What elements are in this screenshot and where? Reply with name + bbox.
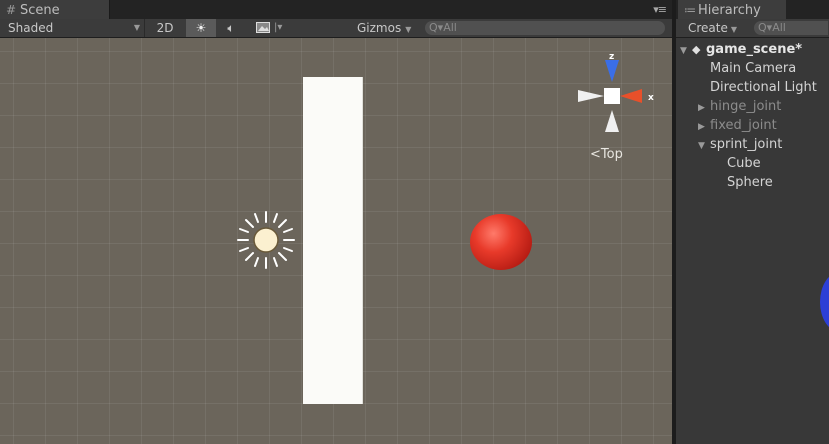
gizmo-x-axis: [620, 89, 642, 103]
scene-search-placeholder: All: [443, 21, 457, 34]
scene-search-input[interactable]: Q▾All: [425, 21, 665, 35]
tab-hierarchy[interactable]: ≔ Hierarchy: [678, 0, 786, 19]
hierarchy-item-main-camera[interactable]: Main Camera: [710, 59, 796, 78]
hierarchy-item-cube[interactable]: Cube: [727, 154, 761, 173]
gizmos-label: Gizmos: [357, 21, 402, 35]
image-icon: [256, 22, 270, 33]
tab-scene-label: Scene: [20, 3, 60, 18]
chevron-down-icon: ▼: [133, 23, 140, 32]
hierarchy-item-label: Cube: [727, 156, 761, 171]
hierarchy-item-label: fixed_joint: [710, 118, 777, 133]
hierarchy-panel: ≔ Hierarchy Create ▼ Q▾All ▼ ◆ game_scene* M…: [676, 0, 829, 444]
toolbar-separator: [144, 19, 145, 37]
chevron-down-icon: ▼: [405, 25, 412, 34]
chevron-down-icon: |▾: [274, 22, 283, 33]
search-icon: Q▾: [429, 21, 444, 34]
hierarchy-search-placeholder: All: [772, 21, 786, 34]
unity-scene-icon: ◆: [692, 43, 701, 56]
hierarchy-item-label: sprint_joint: [710, 137, 783, 152]
gizmo-center-cube: [604, 88, 620, 104]
hierarchy-search-input[interactable]: Q▾All: [754, 21, 828, 35]
hierarchy-item-label: Directional Light: [710, 80, 817, 95]
scene-audio-button[interactable]: 🔈︎: [218, 19, 244, 37]
gizmo-z-label: z: [609, 52, 614, 62]
orientation-gizmo[interactable]: z x: [574, 50, 664, 140]
sphere-object[interactable]: [470, 214, 532, 270]
grid-icon: #: [6, 3, 17, 17]
gizmo-negx-axis: [578, 90, 604, 102]
hierarchy-item-directional-light[interactable]: Directional Light: [710, 78, 817, 97]
search-icon: Q▾: [758, 21, 773, 34]
tab-scene[interactable]: # Scene: [0, 0, 110, 19]
scene-lighting-button[interactable]: ☀: [186, 19, 216, 37]
scene-root-item[interactable]: ▼ ◆ game_scene*: [680, 40, 802, 59]
gizmo-z-axis: [605, 60, 619, 82]
hierarchy-item-label: Sphere: [727, 175, 773, 190]
scene-effects-button[interactable]: |▾: [250, 19, 288, 37]
scene-viewport[interactable]: z x <Top: [0, 38, 672, 444]
scene-panel: # Scene ▾≡ Shaded ▼ 2D ☀ 🔈︎ |▾ Gizmos ▼ Q▾…: [0, 0, 672, 444]
tab-hierarchy-label: Hierarchy: [698, 3, 761, 18]
scene-root-label: game_scene*: [706, 42, 803, 57]
hierarchy-item-sprint-joint[interactable]: ▼ sprint_joint: [698, 135, 782, 154]
hierarchy-item-label: Main Camera: [710, 61, 797, 76]
gizmo-x-label: x: [648, 93, 654, 103]
gizmos-dropdown[interactable]: Gizmos ▼: [357, 19, 417, 37]
cube-object[interactable]: [303, 77, 363, 404]
view-orientation-text: Top: [600, 147, 623, 162]
hierarchy-item-fixed-joint[interactable]: ▶ fixed_joint: [698, 116, 777, 135]
hierarchy-toolbar: Create ▼ Q▾All: [676, 19, 829, 38]
view-orientation-label[interactable]: <Top: [590, 147, 623, 162]
list-icon: ≔: [684, 3, 696, 17]
chevron-left-icon: <: [590, 147, 601, 162]
chevron-down-icon: ▼: [730, 25, 738, 34]
directional-light-icon[interactable]: [236, 210, 296, 270]
hierarchy-item-label: hinge_joint: [710, 99, 782, 114]
gizmo-negz-axis: [605, 110, 619, 132]
hierarchy-tab-bar: ≔ Hierarchy: [676, 0, 829, 19]
expand-arrow-icon[interactable]: ▼: [680, 42, 692, 61]
hierarchy-item-hinge-joint[interactable]: ▶ hinge_joint: [698, 97, 781, 116]
shading-mode-dropdown[interactable]: Shaded ▼: [8, 19, 142, 37]
scene-toolbar: Shaded ▼ 2D ☀ 🔈︎ |▾ Gizmos ▼ Q▾All: [0, 19, 672, 38]
panel-menu-icon[interactable]: ▾≡: [653, 3, 667, 16]
sun-icon: ☀: [195, 21, 207, 35]
toggle-2d-button[interactable]: 2D: [148, 19, 182, 37]
shading-mode-label: Shaded: [8, 21, 54, 35]
create-dropdown[interactable]: Create ▼: [688, 19, 737, 39]
hierarchy-item-sphere[interactable]: Sphere: [727, 173, 773, 192]
create-label: Create: [688, 21, 728, 35]
speaker-icon: 🔈︎: [227, 21, 235, 35]
expand-arrow-icon[interactable]: ▼: [698, 137, 710, 156]
scene-tab-bar: # Scene ▾≡: [0, 0, 672, 19]
